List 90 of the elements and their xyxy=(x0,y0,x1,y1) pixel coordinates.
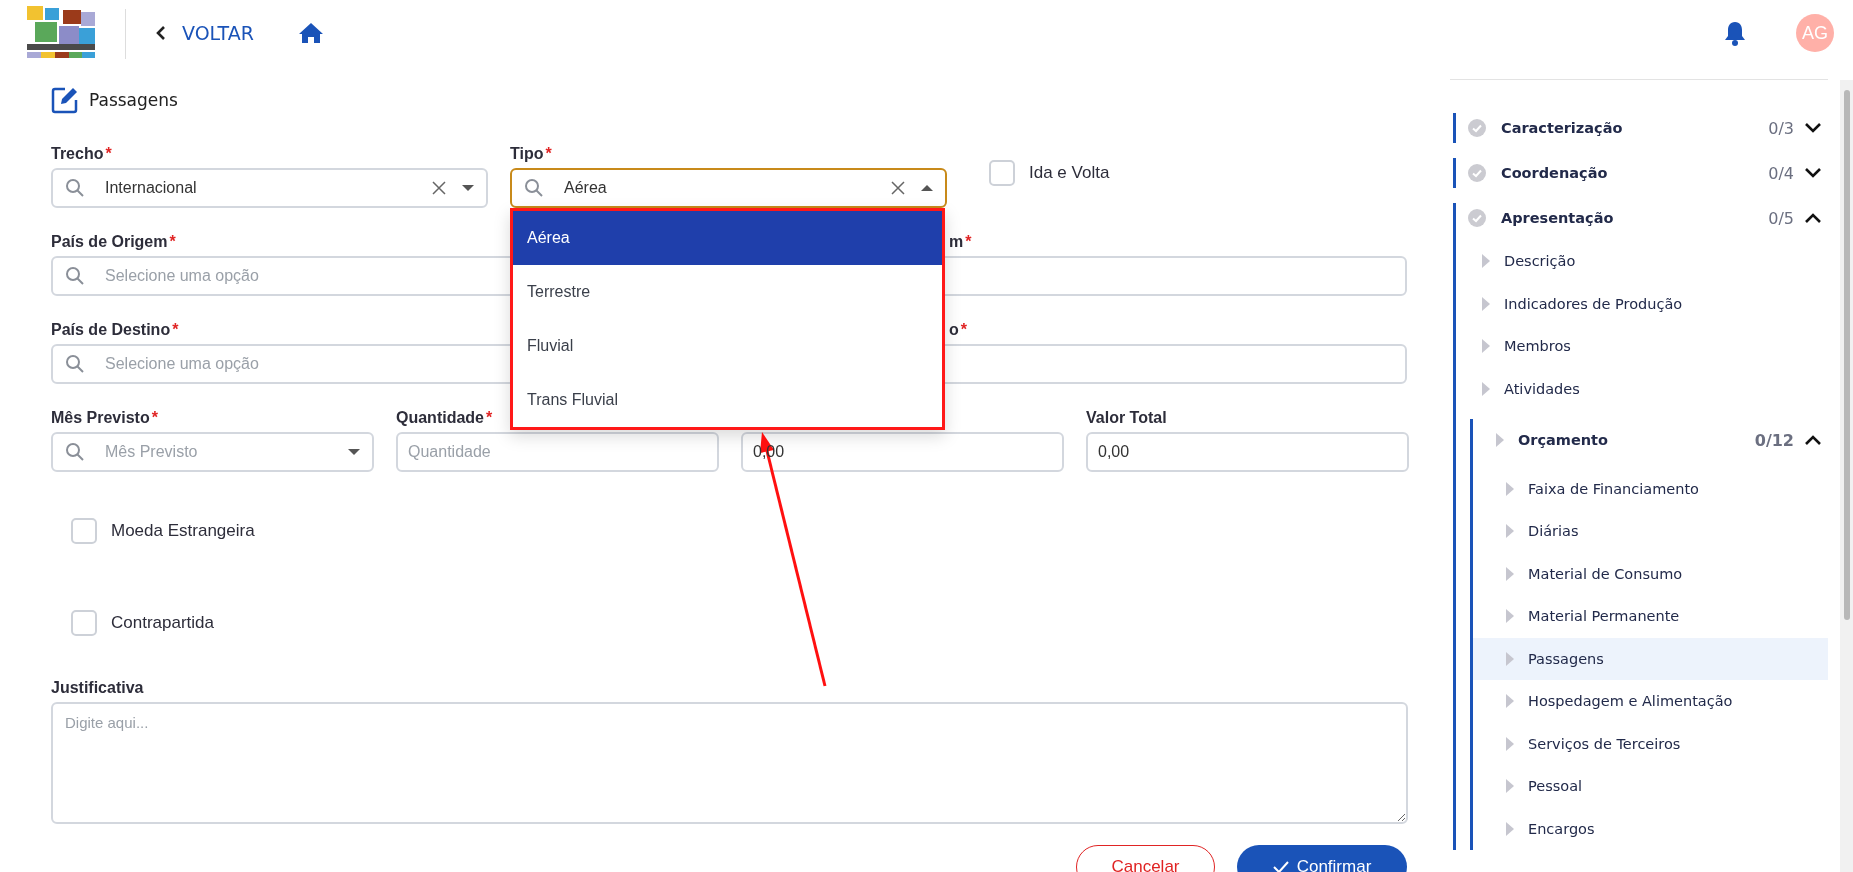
checkbox[interactable] xyxy=(989,160,1015,186)
field-label: País de Origem xyxy=(51,233,168,250)
tree-item[interactable]: Membros xyxy=(1470,325,1828,368)
tree-item[interactable]: Pessoal xyxy=(1473,765,1828,808)
field-label: m xyxy=(949,233,964,250)
progress-count: 0/4 xyxy=(1768,163,1794,183)
checkbox-label: Contrapartida xyxy=(111,613,214,633)
tree-item[interactable]: Orçamento 0/12 xyxy=(1473,419,1828,462)
caret-down-icon[interactable] xyxy=(462,184,474,192)
section-title[interactable]: Caracterização xyxy=(1501,120,1769,136)
chevron-up-icon[interactable] xyxy=(1804,434,1822,447)
checkbox[interactable] xyxy=(71,518,97,544)
section-title[interactable]: Apresentação xyxy=(1501,210,1769,226)
tree-item[interactable]: Descrição xyxy=(1470,240,1828,283)
caret-down-icon[interactable] xyxy=(348,448,360,456)
caret-right-icon xyxy=(1482,254,1490,269)
section-title[interactable]: Coordenação xyxy=(1501,165,1769,181)
tree-item[interactable]: Material Permanente xyxy=(1473,595,1828,638)
field-label: Quantidade xyxy=(396,409,484,426)
tree-item[interactable]: Hospedagem e Alimentação xyxy=(1473,680,1828,723)
caret-right-icon xyxy=(1496,433,1504,448)
caret-right-icon xyxy=(1506,779,1514,794)
checkbox-label: Ida e Volta xyxy=(1029,163,1110,183)
field-label: Valor Total xyxy=(1086,409,1167,426)
text-field[interactable]: 0,00 xyxy=(1086,432,1409,472)
back-button[interactable]: VOLTAR xyxy=(156,22,254,44)
tree-item[interactable]: Passagens xyxy=(1473,637,1828,680)
scrollbar[interactable] xyxy=(1840,80,1853,872)
required-mark: * xyxy=(151,409,158,426)
caret-right-icon xyxy=(1482,381,1490,396)
dropdown-option[interactable]: Aérea xyxy=(513,211,942,265)
field-label: o xyxy=(949,321,959,338)
chevron-down-icon[interactable] xyxy=(1804,122,1822,134)
tree-item[interactable]: Diárias xyxy=(1473,510,1828,553)
chevron-down-icon[interactable] xyxy=(1804,167,1822,179)
search-icon xyxy=(65,442,85,462)
caret-right-icon xyxy=(1506,821,1514,836)
tree-item[interactable]: Serviços de Terceiros xyxy=(1473,722,1828,765)
caret-right-icon xyxy=(1506,609,1514,624)
bell-icon[interactable] xyxy=(1724,20,1746,46)
page-title: Passagens xyxy=(89,90,178,110)
checkbox-label: Moeda Estrangeira xyxy=(111,521,255,541)
required-mark: * xyxy=(169,233,176,250)
confirm-button[interactable]: Confirmar xyxy=(1237,845,1407,872)
tree-item[interactable]: Atividades xyxy=(1470,367,1828,410)
check-circle-icon xyxy=(1468,119,1486,137)
required-mark: * xyxy=(105,145,112,162)
required-mark: * xyxy=(545,145,552,162)
field-label: Tipo xyxy=(510,145,544,162)
progress-count: 0/5 xyxy=(1768,208,1794,228)
field-label: Trecho xyxy=(51,145,104,162)
required-mark: * xyxy=(960,321,967,338)
caret-right-icon xyxy=(1506,736,1514,751)
caret-right-icon xyxy=(1482,339,1490,354)
check-circle-icon xyxy=(1468,209,1486,227)
caret-up-icon[interactable] xyxy=(921,184,933,192)
select-field[interactable]: Internacional xyxy=(51,168,488,208)
tree-item[interactable]: Indicadores de Produção xyxy=(1470,282,1828,325)
checkbox[interactable] xyxy=(71,610,97,636)
search-icon xyxy=(524,178,544,198)
tree-item[interactable]: Faixa de Financiamento xyxy=(1473,467,1828,510)
select-field[interactable]: Aérea xyxy=(510,168,947,208)
search-icon xyxy=(65,178,85,198)
edit-icon xyxy=(51,86,79,114)
check-icon xyxy=(1272,860,1289,872)
required-mark: * xyxy=(172,321,179,338)
chevron-up-icon[interactable] xyxy=(1804,212,1822,224)
caret-right-icon xyxy=(1506,481,1514,496)
clear-icon[interactable] xyxy=(891,181,905,195)
caret-right-icon xyxy=(1482,296,1490,311)
home-icon[interactable] xyxy=(297,22,324,44)
caret-right-icon xyxy=(1506,694,1514,709)
chevron-left-icon xyxy=(156,25,166,41)
caret-right-icon xyxy=(1506,524,1514,539)
tree-item[interactable]: Encargos xyxy=(1473,807,1828,850)
progress-count: 0/3 xyxy=(1768,118,1794,138)
caret-right-icon xyxy=(1506,566,1514,581)
cancel-button[interactable]: Cancelar xyxy=(1076,845,1215,872)
clear-icon[interactable] xyxy=(432,181,446,195)
check-circle-icon xyxy=(1468,164,1486,182)
field-label: Mês Previsto xyxy=(51,409,150,426)
field-label: Justificativa xyxy=(51,679,144,696)
search-icon xyxy=(65,266,85,286)
caret-right-icon xyxy=(1506,651,1514,666)
field-label: País de Destino xyxy=(51,321,171,338)
required-mark: * xyxy=(965,233,972,250)
tree-item[interactable]: Material de Consumo xyxy=(1473,552,1828,595)
required-mark: * xyxy=(486,409,493,426)
search-icon xyxy=(65,354,85,374)
text-area[interactable]: Digite aqui... xyxy=(51,702,1408,824)
